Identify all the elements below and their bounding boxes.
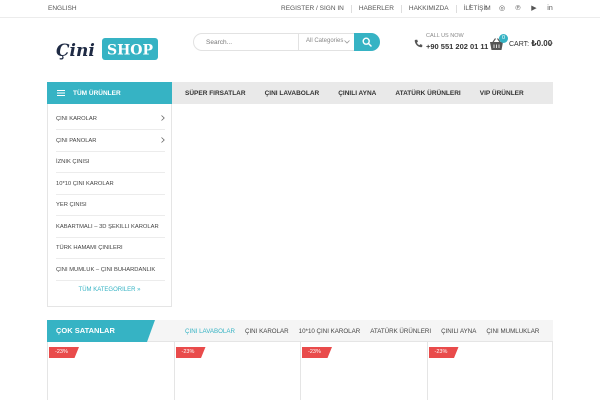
category-label: YER ÇINISI xyxy=(56,202,87,208)
category-label: 10*10 ÇINI KAROLAR xyxy=(56,180,114,187)
tumblr-icon[interactable]: t xyxy=(478,4,494,13)
cart-widget[interactable]: 0 CART: ₺0.00 xyxy=(489,34,553,54)
category-label: TÜRK HAMAMI ÇINILERI xyxy=(56,245,123,251)
logo-shop-text: SHOP xyxy=(107,43,154,59)
category-label: ÇINI MUMLUK – ÇINI BUHARDANLIK xyxy=(56,266,156,273)
logo-script-text: Çini xyxy=(56,41,95,61)
category-item[interactable]: YER ÇINISI xyxy=(56,195,165,216)
phone-icon xyxy=(414,39,423,48)
news-link[interactable]: HABERLER xyxy=(350,5,401,13)
phone-number[interactable]: +90 551 202 01 11 xyxy=(426,42,488,51)
nav-item-ataturk-products[interactable]: ATATÜRK ÜRÜNLERI xyxy=(395,90,460,97)
search-icon xyxy=(362,37,372,47)
bestsellers-header: ÇOK SATANLAR ÇINI LAVABOLAR ÇINI KAROLAR… xyxy=(47,320,553,342)
instagram-icon[interactable]: ◎ xyxy=(494,4,510,13)
all-categories-link[interactable]: TÜM KATEGORILER » xyxy=(48,287,171,293)
all-products-button[interactable]: TÜM ÜRÜNLER xyxy=(47,82,172,104)
tab-tiled-mirror[interactable]: ÇINILI AYNA xyxy=(441,328,476,335)
search-category-label: All Categories xyxy=(306,38,344,44)
search-bar: All Categories xyxy=(193,33,380,51)
cart-count-badge: 0 xyxy=(499,34,508,43)
product-grid: -23% -23% -23% -23% xyxy=(47,342,553,400)
cart-summary: CART: ₺0.00 xyxy=(509,39,552,48)
search-button[interactable] xyxy=(354,33,380,51)
search-input[interactable] xyxy=(194,34,297,50)
nav-item-vip-products[interactable]: VIP ÜRÜNLER xyxy=(480,90,524,97)
tab-ataturk-products[interactable]: ATATÜRK ÜRÜNLERI xyxy=(370,328,431,335)
category-item[interactable]: TÜRK HAMAMI ÇINILERI xyxy=(56,238,165,259)
discount-badge: -23% xyxy=(428,347,459,358)
social-links: f t ◎ ℗ ▶ in xyxy=(462,4,558,13)
register-signin-link[interactable]: REGISTER / SIGN IN xyxy=(281,5,351,13)
category-label: ÇINI KAROLAR xyxy=(56,116,97,122)
product-card[interactable]: -23% xyxy=(173,342,301,400)
category-item[interactable]: 10*10 ÇINI KAROLAR xyxy=(56,174,165,195)
category-sidebar: ÇINI KAROLAR ÇINI PANOLAR İZNIK ÇINISI 1… xyxy=(47,104,172,307)
nav-item-tile-sinks[interactable]: ÇINI LAVABOLAR xyxy=(265,90,320,97)
facebook-icon[interactable]: f xyxy=(462,4,478,13)
bestsellers-title: ÇOK SATANLAR xyxy=(47,320,155,342)
discount-badge: -23% xyxy=(175,347,206,358)
category-item[interactable]: ÇINI MUMLUK – ÇINI BUHARDANLIK xyxy=(56,260,165,281)
search-category-select[interactable]: All Categories xyxy=(298,34,354,50)
category-item[interactable]: ÇINI KAROLAR xyxy=(56,109,165,130)
chevron-down-icon xyxy=(344,40,350,44)
nav-item-tiled-mirror[interactable]: ÇINILI AYNA xyxy=(338,90,376,97)
discount-badge: -23% xyxy=(49,347,79,358)
chevron-right-icon xyxy=(161,115,165,121)
tab-10x10-tiles[interactable]: 10*10 ÇINI KAROLAR xyxy=(299,328,361,335)
bestsellers-tabs: ÇINI LAVABOLAR ÇINI KAROLAR 10*10 ÇINI K… xyxy=(185,328,549,335)
youtube-icon[interactable]: ▶ xyxy=(526,4,542,13)
tab-tile-sinks[interactable]: ÇINI LAVABOLAR xyxy=(185,328,235,335)
top-bar: ENGLISH REGISTER / SIGN IN HABERLER HAKK… xyxy=(0,0,600,18)
all-products-label: TÜM ÜRÜNLER xyxy=(73,89,121,97)
tab-candle-holders[interactable]: ÇINI MUMLUKLAR xyxy=(486,328,539,335)
discount-badge: -23% xyxy=(302,347,332,358)
call-label: CALL US NOW xyxy=(426,33,464,39)
category-label: KABARTMALI – 3D ŞEKILLI KAROLAR xyxy=(56,223,159,230)
category-label: İZNIK ÇINISI xyxy=(56,159,90,165)
category-item[interactable]: ÇINI PANOLAR xyxy=(56,131,165,152)
chevron-down-icon xyxy=(548,42,553,46)
product-card[interactable]: -23% xyxy=(47,342,174,400)
product-card[interactable]: -23% xyxy=(426,342,553,400)
about-link[interactable]: HAKKIMIZDA xyxy=(400,5,456,13)
category-label: ÇINI PANOLAR xyxy=(56,137,97,144)
menu-icon xyxy=(57,90,65,96)
chevron-right-icon xyxy=(161,136,165,143)
tab-tiles[interactable]: ÇINI KAROLAR xyxy=(245,328,289,335)
cart-label: CART: xyxy=(509,41,530,48)
site-logo[interactable]: Çini SHOP xyxy=(55,37,158,61)
language-selector[interactable]: ENGLISH xyxy=(48,5,77,12)
category-item[interactable]: KABARTMALI – 3D ŞEKILLI KAROLAR xyxy=(56,217,165,238)
main-nav: SÜPER FIRSATLAR ÇINI LAVABOLAR ÇINILI AY… xyxy=(172,82,553,104)
category-item[interactable]: İZNIK ÇINISI xyxy=(56,152,165,173)
pinterest-icon[interactable]: ℗ xyxy=(510,4,526,13)
nav-item-super-deals[interactable]: SÜPER FIRSATLAR xyxy=(185,90,246,97)
linkedin-icon[interactable]: in xyxy=(542,4,558,13)
product-card[interactable]: -23% xyxy=(300,342,427,400)
